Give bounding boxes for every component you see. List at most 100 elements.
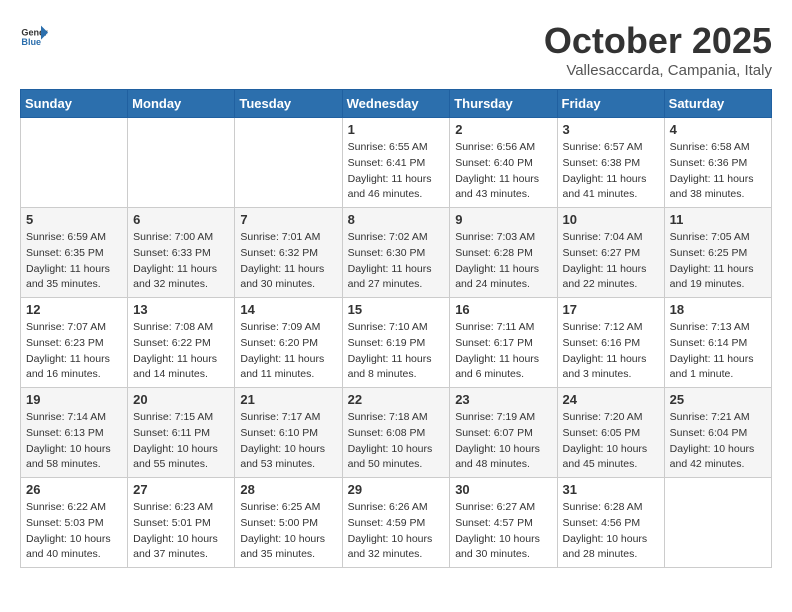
calendar-day-cell: 23 Sunrise: 7:19 AM Sunset: 6:07 PM Dayli…	[450, 388, 557, 478]
day-info: Sunrise: 7:07 AM Sunset: 6:23 PM Dayligh…	[26, 320, 122, 383]
calendar-day-cell: 2 Sunrise: 6:56 AM Sunset: 6:40 PM Daylig…	[450, 118, 557, 208]
calendar-day-cell	[21, 118, 128, 208]
calendar-day-cell: 14 Sunrise: 7:09 AM Sunset: 6:20 PM Dayli…	[235, 298, 342, 388]
day-header-saturday: Saturday	[664, 90, 771, 118]
day-info: Sunrise: 7:18 AM Sunset: 6:08 PM Dayligh…	[348, 410, 445, 473]
day-number: 30	[455, 482, 551, 497]
day-header-friday: Friday	[557, 90, 664, 118]
calendar-day-cell: 21 Sunrise: 7:17 AM Sunset: 6:10 PM Dayli…	[235, 388, 342, 478]
calendar-day-cell: 28Sunrise: 6:25 AM Sunset: 5:00 PM Dayli…	[235, 478, 342, 568]
calendar-header-row: SundayMondayTuesdayWednesdayThursdayFrid…	[21, 90, 772, 118]
logo: General Blue	[20, 20, 48, 48]
calendar-day-cell: 27Sunrise: 6:23 AM Sunset: 5:01 PM Dayli…	[128, 478, 235, 568]
day-number: 18	[670, 302, 766, 317]
day-number: 23	[455, 392, 551, 407]
calendar-day-cell: 13 Sunrise: 7:08 AM Sunset: 6:22 PM Dayli…	[128, 298, 235, 388]
day-number: 16	[455, 302, 551, 317]
day-number: 10	[563, 212, 659, 227]
day-number: 4	[670, 122, 766, 137]
day-number: 28	[240, 482, 336, 497]
calendar-day-cell: 16 Sunrise: 7:11 AM Sunset: 6:17 PM Dayli…	[450, 298, 557, 388]
svg-text:Blue: Blue	[21, 37, 41, 47]
calendar-day-cell: 5 Sunrise: 6:59 AM Sunset: 6:35 PM Daylig…	[21, 208, 128, 298]
calendar-day-cell: 17 Sunrise: 7:12 AM Sunset: 6:16 PM Dayli…	[557, 298, 664, 388]
day-number: 31	[563, 482, 659, 497]
location-subtitle: Vallesaccarda, Campania, Italy	[544, 62, 772, 79]
calendar-day-cell: 3 Sunrise: 6:57 AM Sunset: 6:38 PM Daylig…	[557, 118, 664, 208]
day-number: 20	[133, 392, 229, 407]
day-info: Sunrise: 6:26 AM Sunset: 4:59 PM Dayligh…	[348, 500, 445, 563]
calendar-day-cell: 24Sunrise: 7:20 AM Sunset: 6:05 PM Dayli…	[557, 388, 664, 478]
day-info: Sunrise: 6:28 AM Sunset: 4:56 PM Dayligh…	[563, 500, 659, 563]
day-info: Sunrise: 7:02 AM Sunset: 6:30 PM Dayligh…	[348, 230, 445, 293]
day-number: 5	[26, 212, 122, 227]
calendar-day-cell: 29 Sunrise: 6:26 AM Sunset: 4:59 PM Dayli…	[342, 478, 450, 568]
day-info: Sunrise: 7:04 AM Sunset: 6:27 PM Dayligh…	[563, 230, 659, 293]
day-number: 27	[133, 482, 229, 497]
day-number: 3	[563, 122, 659, 137]
calendar-day-cell: 20 Sunrise: 7:15 AM Sunset: 6:11 PM Dayli…	[128, 388, 235, 478]
day-header-wednesday: Wednesday	[342, 90, 450, 118]
calendar-day-cell: 25Sunrise: 7:21 AM Sunset: 6:04 PM Dayli…	[664, 388, 771, 478]
calendar-day-cell: 7 Sunrise: 7:01 AM Sunset: 6:32 PM Daylig…	[235, 208, 342, 298]
day-number: 15	[348, 302, 445, 317]
calendar-week-row: 19 Sunrise: 7:14 AM Sunset: 6:13 PM Dayli…	[21, 388, 772, 478]
calendar-day-cell: 30Sunrise: 6:27 AM Sunset: 4:57 PM Dayli…	[450, 478, 557, 568]
day-info: Sunrise: 7:19 AM Sunset: 6:07 PM Dayligh…	[455, 410, 551, 473]
day-header-tuesday: Tuesday	[235, 90, 342, 118]
day-number: 17	[563, 302, 659, 317]
calendar-week-row: 1 Sunrise: 6:55 AM Sunset: 6:41 PM Daylig…	[21, 118, 772, 208]
calendar-week-row: 5 Sunrise: 6:59 AM Sunset: 6:35 PM Daylig…	[21, 208, 772, 298]
calendar-day-cell: 11 Sunrise: 7:05 AM Sunset: 6:25 PM Dayli…	[664, 208, 771, 298]
day-number: 11	[670, 212, 766, 227]
day-header-thursday: Thursday	[450, 90, 557, 118]
day-info: Sunrise: 7:08 AM Sunset: 6:22 PM Dayligh…	[133, 320, 229, 383]
day-number: 8	[348, 212, 445, 227]
day-header-monday: Monday	[128, 90, 235, 118]
day-number: 29	[348, 482, 445, 497]
day-info: Sunrise: 7:20 AM Sunset: 6:05 PM Dayligh…	[563, 410, 659, 473]
day-info: Sunrise: 7:09 AM Sunset: 6:20 PM Dayligh…	[240, 320, 336, 383]
day-number: 26	[26, 482, 122, 497]
day-number: 13	[133, 302, 229, 317]
day-info: Sunrise: 7:12 AM Sunset: 6:16 PM Dayligh…	[563, 320, 659, 383]
day-header-sunday: Sunday	[21, 90, 128, 118]
logo-icon: General Blue	[20, 20, 48, 48]
calendar-day-cell	[128, 118, 235, 208]
day-info: Sunrise: 7:01 AM Sunset: 6:32 PM Dayligh…	[240, 230, 336, 293]
day-number: 25	[670, 392, 766, 407]
calendar-day-cell	[235, 118, 342, 208]
day-info: Sunrise: 7:11 AM Sunset: 6:17 PM Dayligh…	[455, 320, 551, 383]
day-number: 7	[240, 212, 336, 227]
calendar-table: SundayMondayTuesdayWednesdayThursdayFrid…	[20, 89, 772, 568]
day-info: Sunrise: 6:22 AM Sunset: 5:03 PM Dayligh…	[26, 500, 122, 563]
day-info: Sunrise: 6:58 AM Sunset: 6:36 PM Dayligh…	[670, 140, 766, 203]
day-info: Sunrise: 7:05 AM Sunset: 6:25 PM Dayligh…	[670, 230, 766, 293]
day-info: Sunrise: 6:56 AM Sunset: 6:40 PM Dayligh…	[455, 140, 551, 203]
day-number: 1	[348, 122, 445, 137]
calendar-day-cell: 1 Sunrise: 6:55 AM Sunset: 6:41 PM Daylig…	[342, 118, 450, 208]
day-info: Sunrise: 6:59 AM Sunset: 6:35 PM Dayligh…	[26, 230, 122, 293]
day-number: 19	[26, 392, 122, 407]
day-number: 12	[26, 302, 122, 317]
day-number: 2	[455, 122, 551, 137]
day-info: Sunrise: 7:14 AM Sunset: 6:13 PM Dayligh…	[26, 410, 122, 473]
day-info: Sunrise: 6:57 AM Sunset: 6:38 PM Dayligh…	[563, 140, 659, 203]
calendar-day-cell: 4 Sunrise: 6:58 AM Sunset: 6:36 PM Daylig…	[664, 118, 771, 208]
calendar-day-cell: 31 Sunrise: 6:28 AM Sunset: 4:56 PM Dayli…	[557, 478, 664, 568]
day-info: Sunrise: 7:15 AM Sunset: 6:11 PM Dayligh…	[133, 410, 229, 473]
day-number: 21	[240, 392, 336, 407]
calendar-day-cell: 6Sunrise: 7:00 AM Sunset: 6:33 PM Daylig…	[128, 208, 235, 298]
calendar-day-cell: 10 Sunrise: 7:04 AM Sunset: 6:27 PM Dayli…	[557, 208, 664, 298]
day-number: 6	[133, 212, 229, 227]
calendar-day-cell: 15Sunrise: 7:10 AM Sunset: 6:19 PM Dayli…	[342, 298, 450, 388]
day-info: Sunrise: 6:55 AM Sunset: 6:41 PM Dayligh…	[348, 140, 445, 203]
calendar-day-cell: 18Sunrise: 7:13 AM Sunset: 6:14 PM Dayli…	[664, 298, 771, 388]
calendar-week-row: 12 Sunrise: 7:07 AM Sunset: 6:23 PM Dayli…	[21, 298, 772, 388]
calendar-day-cell	[664, 478, 771, 568]
day-number: 14	[240, 302, 336, 317]
day-info: Sunrise: 7:17 AM Sunset: 6:10 PM Dayligh…	[240, 410, 336, 473]
calendar-day-cell: 22Sunrise: 7:18 AM Sunset: 6:08 PM Dayli…	[342, 388, 450, 478]
calendar-day-cell: 19 Sunrise: 7:14 AM Sunset: 6:13 PM Dayli…	[21, 388, 128, 478]
calendar-week-row: 26 Sunrise: 6:22 AM Sunset: 5:03 PM Dayli…	[21, 478, 772, 568]
